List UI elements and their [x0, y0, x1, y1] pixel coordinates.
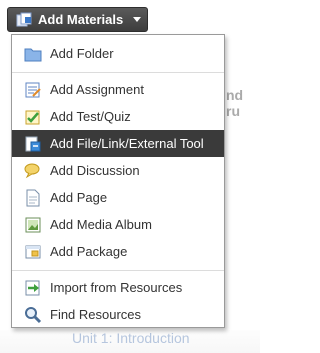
menu-item-import-from-resources[interactable]: Import from Resources [12, 274, 224, 301]
menu-item-add-page[interactable]: Add Page [12, 184, 224, 211]
menu-item-label: Import from Resources [50, 280, 183, 295]
menu-item-label: Find Resources [50, 307, 142, 322]
menu-divider [12, 72, 224, 73]
menu-item-add-assignment[interactable]: Add Assignment [12, 76, 224, 103]
add-materials-menu: Add Folder Add Assignment Add Test/Quiz … [11, 34, 225, 328]
package-icon [25, 245, 41, 259]
menu-item-label: Add Discussion [50, 163, 140, 178]
discussion-icon [24, 163, 40, 179]
menu-divider [12, 270, 224, 271]
file-link-icon [25, 136, 41, 152]
search-icon [25, 307, 42, 324]
menu-item-label: Add Folder [50, 46, 114, 61]
add-materials-label: Add Materials [38, 12, 124, 27]
menu-item-label: Add File/Link/External Tool [50, 136, 204, 151]
menu-item-label: Add Test/Quiz [50, 109, 131, 124]
menu-item-add-test-quiz[interactable]: Add Test/Quiz [12, 103, 224, 130]
menu-item-add-media-album[interactable]: Add Media Album [12, 211, 224, 238]
menu-item-find-resources[interactable]: Find Resources [12, 301, 224, 328]
menu-item-label: Add Media Album [50, 217, 152, 232]
menu-item-add-discussion[interactable]: Add Discussion [12, 157, 224, 184]
add-materials-button[interactable]: Add Materials [7, 7, 148, 32]
page-icon [26, 189, 40, 207]
import-icon [25, 280, 40, 296]
menu-item-label: Add Package [50, 244, 128, 259]
folder-icon [24, 48, 42, 62]
assignment-icon [25, 82, 41, 98]
test-quiz-icon [25, 110, 40, 125]
menu-item-add-folder[interactable]: Add Folder [12, 40, 224, 67]
media-album-icon [25, 217, 41, 233]
background-unit-title: Unit 1: Introduction [72, 330, 190, 346]
chevron-down-icon [133, 17, 142, 22]
menu-item-label: Add Assignment [50, 82, 144, 97]
menu-item-add-file-link[interactable]: Add File/Link/External Tool [12, 130, 224, 157]
menu-item-add-package[interactable]: Add Package [12, 238, 224, 265]
add-materials-icon [16, 12, 32, 26]
menu-item-label: Add Page [50, 190, 108, 205]
background-text: nd ru [226, 87, 244, 119]
